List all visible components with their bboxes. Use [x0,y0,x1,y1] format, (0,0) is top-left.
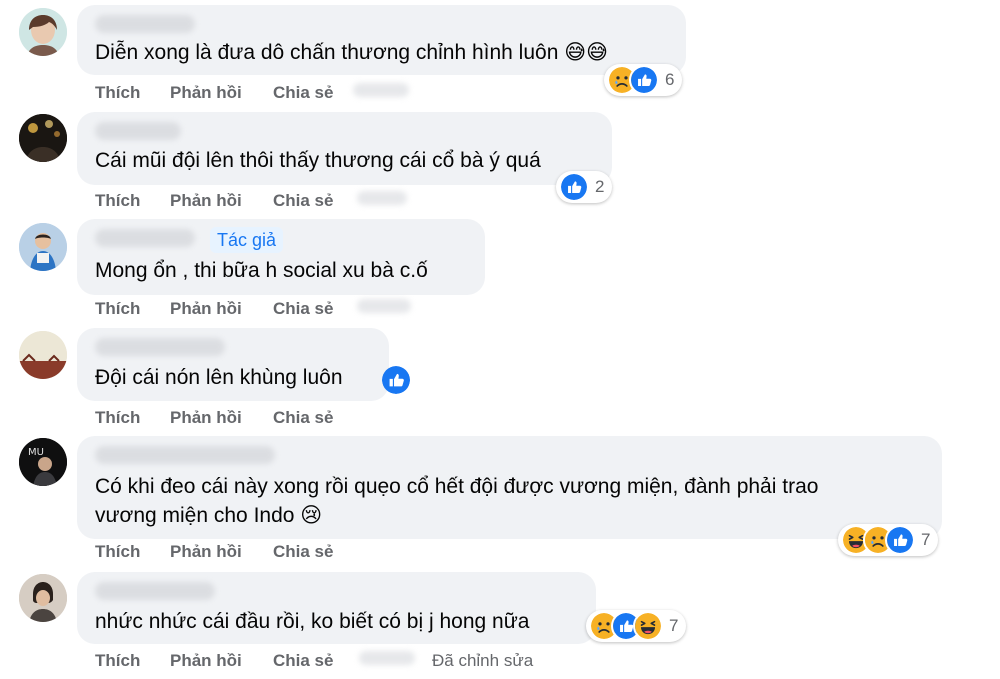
timestamp[interactable] [359,651,415,665]
reply-action[interactable]: Phản hồi [170,408,242,428]
comment-bubble: nhức nhức cái đầu rồi, ko biết có bị j h… [77,572,596,644]
author-name[interactable] [95,122,181,140]
comment-text: Đội cái nón lên khùng luôn [95,366,343,389]
reply-action[interactable]: Phản hồi [170,542,242,562]
comment-text: nhức nhức cái đầu rồi, ko biết có bị j h… [95,610,530,633]
comment-text: Có khi đeo cái này xong rồi quẹo cổ hết … [95,475,819,498]
author-name[interactable] [95,229,195,247]
comment-bubble: Tác giả Mong ổn , thi bữa h social xu bà… [77,219,485,295]
author-name[interactable] [95,582,215,600]
reaction-summary[interactable]: 6 [604,64,683,96]
reaction-count: 7 [921,530,931,549]
comment-text: Mong ổn , thi bữa h social xu bà c.ố [95,259,428,282]
comment-bubble: Đội cái nón lên khùng luôn [77,328,389,401]
like-action[interactable]: Thích [95,542,140,562]
like-reaction-icon [885,525,915,555]
comment-text: vương miện cho Indo 😢 [95,504,323,527]
comment-text: Diễn xong là đưa dô chấn thương chỉnh hì… [95,41,608,64]
avatar[interactable] [19,574,67,622]
like-reaction-icon [629,65,659,95]
avatar[interactable] [19,223,67,271]
reaction-summary[interactable]: 7 [838,524,939,556]
reaction-count: 6 [665,70,675,89]
edited-label: Đã chỉnh sửa [432,651,534,670]
avatar[interactable]: MU [19,438,67,486]
timestamp[interactable] [357,299,411,313]
author-name[interactable] [95,446,275,464]
like-reaction-icon[interactable] [382,366,410,394]
comment-text: Cái mũi đội lên thôi thấy thương cái cổ … [95,149,541,172]
author-badge: Tác giả [210,227,284,253]
share-action[interactable]: Chia sẻ [273,299,333,319]
reaction-summary[interactable]: 7 [586,610,687,642]
like-action[interactable]: Thích [95,408,140,428]
comment-bubble: Cái mũi đội lên thôi thấy thương cái cổ … [77,112,612,185]
timestamp[interactable] [353,83,409,97]
comment-bubble: Diễn xong là đưa dô chấn thương chỉnh hì… [77,5,686,75]
reaction-summary[interactable]: 2 [556,171,613,203]
share-action[interactable]: Chia sẻ [273,83,333,103]
comment-bubble: Có khi đeo cái này xong rồi quẹo cổ hết … [77,436,942,539]
reply-action[interactable]: Phản hồi [170,83,242,103]
author-name[interactable] [95,338,225,356]
share-action[interactable]: Chia sẻ [273,542,333,562]
avatar[interactable] [19,8,67,56]
author-name[interactable] [95,15,195,33]
reply-action[interactable]: Phản hồi [170,651,242,671]
like-action[interactable]: Thích [95,83,140,103]
reply-action[interactable]: Phản hồi [170,299,242,319]
reaction-count: 2 [595,177,605,196]
avatar[interactable] [19,114,67,162]
haha-reaction-icon [633,611,663,641]
reaction-count: 7 [669,616,679,635]
timestamp[interactable] [357,191,407,205]
like-action[interactable]: Thích [95,651,140,671]
share-action[interactable]: Chia sẻ [273,408,333,428]
like-reaction-icon [559,172,589,202]
like-action[interactable]: Thích [95,191,140,211]
like-action[interactable]: Thích [95,299,140,319]
share-action[interactable]: Chia sẻ [273,651,333,671]
reply-action[interactable]: Phản hồi [170,191,242,211]
avatar[interactable] [19,331,67,379]
svg-text:MU: MU [28,447,44,458]
share-action[interactable]: Chia sẻ [273,191,333,211]
